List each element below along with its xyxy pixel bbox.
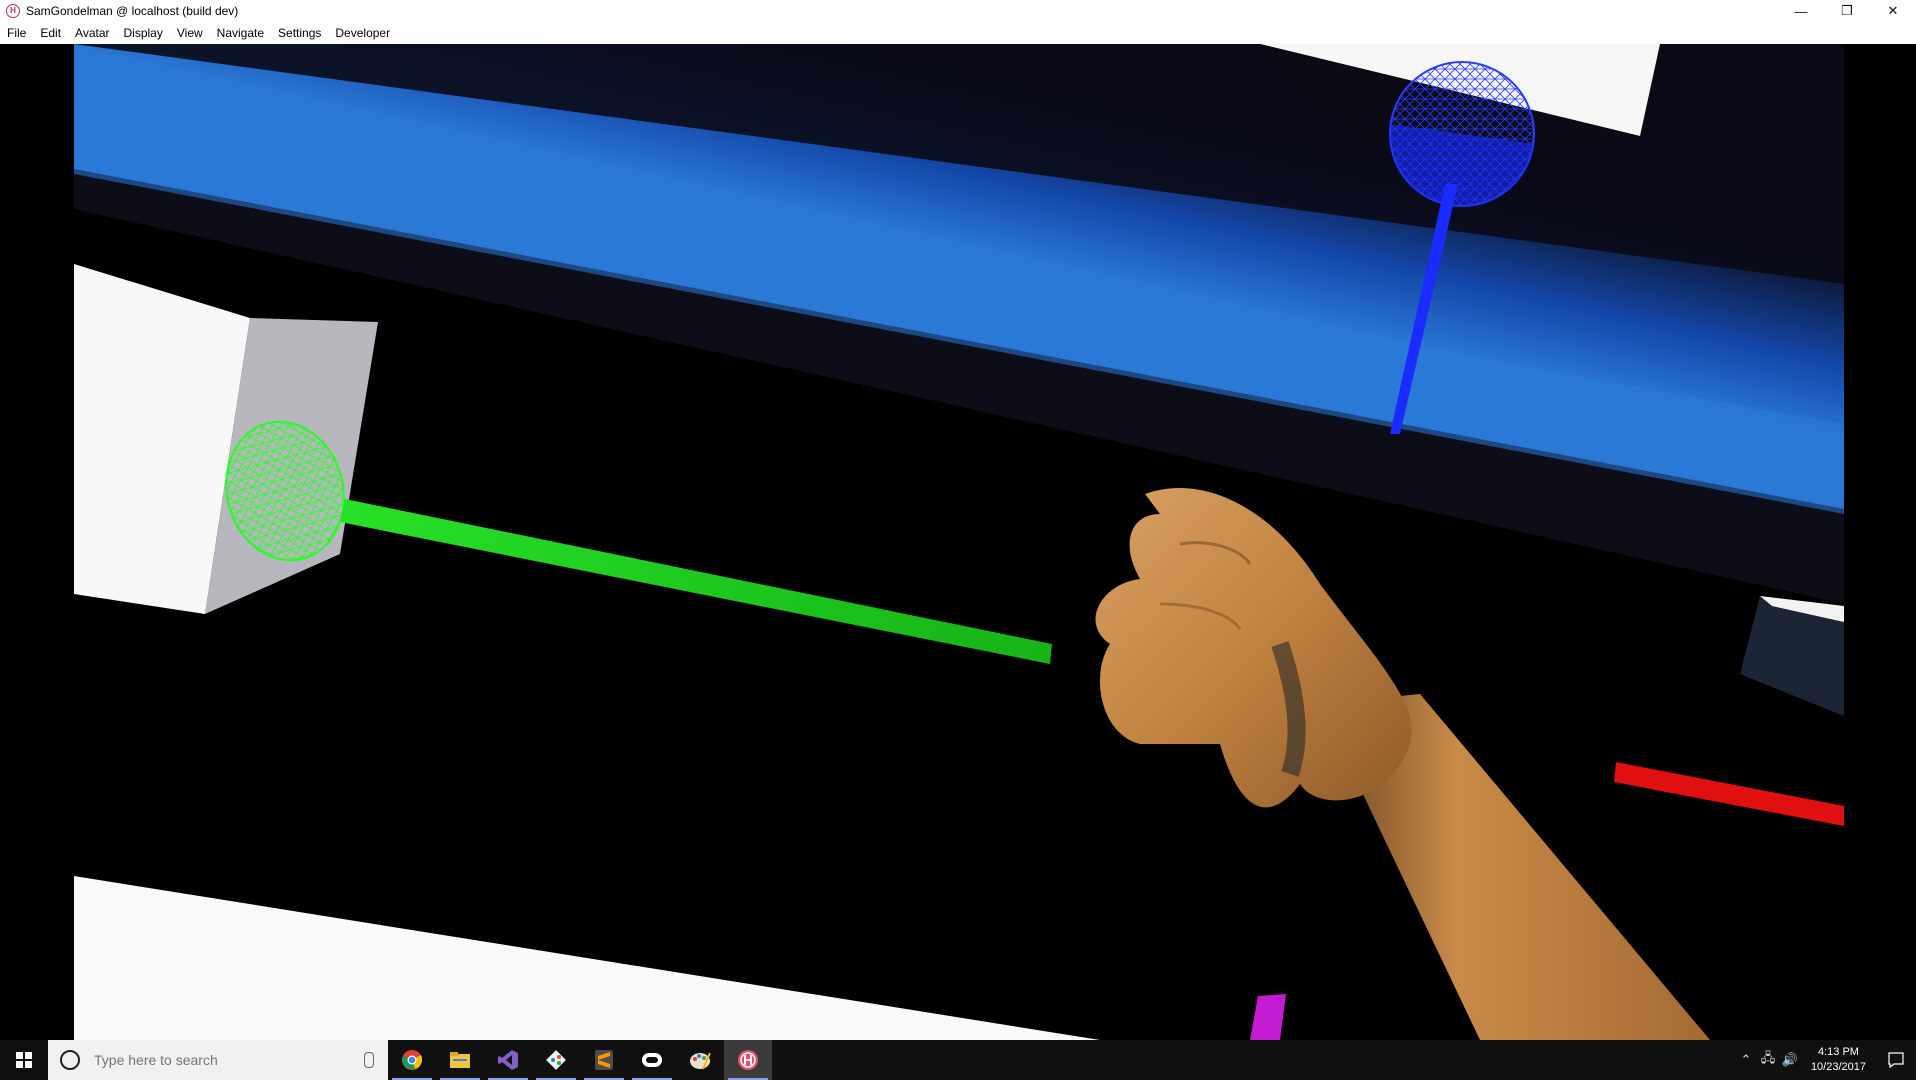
action-center-button[interactable] (1876, 1052, 1916, 1068)
menu-bar: File Edit Avatar Display View Navigate S… (0, 22, 1916, 44)
menu-settings[interactable]: Settings (271, 26, 328, 40)
notification-icon (1888, 1052, 1904, 1068)
taskbar: ⌃ 🖧 🔊 4:13 PM 10/23/2017 (0, 1040, 1916, 1080)
window-title: SamGondelman @ localhost (build dev) (26, 4, 239, 18)
high-fidelity-app-icon: H (6, 4, 20, 18)
search-input[interactable] (92, 1051, 356, 1069)
taskbar-paint[interactable] (676, 1040, 724, 1080)
paint-icon (690, 1052, 711, 1070)
menu-edit[interactable]: Edit (33, 26, 68, 40)
clock-time: 4:13 PM (1817, 1046, 1859, 1058)
taskbar-chrome[interactable] (388, 1040, 436, 1080)
taskbar-file-explorer[interactable] (436, 1040, 484, 1080)
microphone-icon[interactable] (364, 1052, 374, 1068)
clock-date: 10/23/2017 (1810, 1061, 1866, 1073)
file-explorer-icon (450, 1052, 470, 1068)
system-tray: ⌃ 🖧 🔊 4:13 PM 10/23/2017 (1735, 1040, 1916, 1080)
chrome-icon (402, 1050, 423, 1070)
menu-avatar[interactable]: Avatar (68, 26, 116, 40)
window-controls: — ❐ ✕ (1778, 0, 1916, 22)
restore-button[interactable]: ❐ (1824, 0, 1870, 22)
visual-studio-icon (498, 1050, 518, 1070)
taskbar-git[interactable] (532, 1040, 580, 1080)
windows-logo-icon (16, 1052, 32, 1068)
search-box[interactable] (48, 1040, 388, 1080)
menu-view[interactable]: View (170, 26, 210, 40)
title-bar: H SamGondelman @ localhost (build dev) —… (0, 0, 1916, 22)
volume-icon[interactable]: 🔊 (1779, 1052, 1801, 1068)
taskbar-high-fidelity[interactable] (724, 1040, 772, 1080)
clock[interactable]: 4:13 PM 10/23/2017 (1801, 1045, 1876, 1075)
cortana-icon[interactable] (60, 1050, 80, 1070)
taskbar-sublime-text[interactable] (580, 1040, 628, 1080)
start-button[interactable] (0, 1040, 48, 1080)
3d-viewport[interactable] (0, 44, 1916, 1040)
git-icon (546, 1050, 566, 1070)
chevron-up-icon[interactable]: ⌃ (1735, 1052, 1757, 1068)
taskbar-oculus[interactable] (628, 1040, 676, 1080)
menu-display[interactable]: Display (117, 26, 170, 40)
scene-render (0, 44, 1916, 1040)
network-icon[interactable]: 🖧 (1757, 1049, 1779, 1071)
high-fidelity-icon (738, 1050, 758, 1070)
menu-file[interactable]: File (0, 26, 33, 40)
taskbar-visual-studio[interactable] (484, 1040, 532, 1080)
minimize-button[interactable]: — (1778, 0, 1824, 22)
oculus-icon (642, 1053, 662, 1067)
menu-developer[interactable]: Developer (328, 26, 397, 40)
sublime-text-icon (595, 1050, 613, 1070)
close-button[interactable]: ✕ (1870, 0, 1916, 22)
menu-navigate[interactable]: Navigate (210, 26, 271, 40)
